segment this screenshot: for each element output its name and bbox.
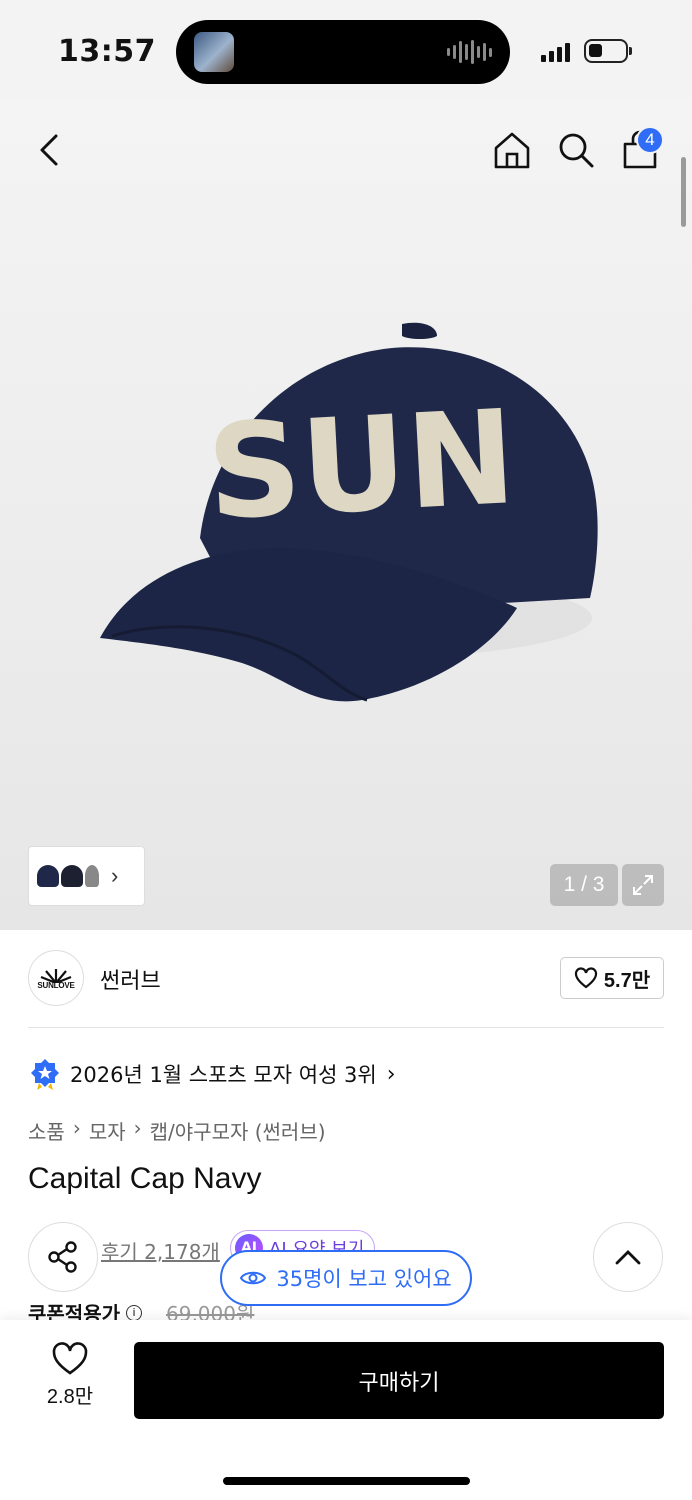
- brand-logo-text: SUNLOVE: [37, 980, 75, 990]
- thumbnail-strip[interactable]: ›: [28, 846, 145, 906]
- scrollbar[interactable]: [681, 157, 686, 227]
- status-bar: 13:57: [0, 0, 692, 100]
- review-link[interactable]: 후기 2,178개: [101, 1236, 220, 1265]
- brand-logo[interactable]: SUNLOVE: [28, 950, 84, 1006]
- share-icon: [48, 1241, 77, 1273]
- info-icon[interactable]: i: [126, 1304, 142, 1321]
- product-image[interactable]: SUN: [92, 318, 602, 708]
- wishlist-count: 2.8만: [46, 1386, 94, 1408]
- image-counter: 1 / 3: [550, 864, 618, 906]
- ranking-badge-icon: [31, 1059, 59, 1090]
- expand-button[interactable]: [622, 864, 664, 906]
- heart-icon: [574, 967, 597, 989]
- thumbnail-3[interactable]: [85, 865, 99, 887]
- audio-waveform-icon: [447, 40, 492, 64]
- ranking-text: 2026년 1월 스포츠 모자 여성 3위: [70, 1063, 377, 1087]
- chevron-right-icon: ›: [72, 1116, 81, 1140]
- now-playing-artwork: [194, 32, 234, 72]
- eye-icon: [240, 1271, 267, 1285]
- product-detail-page: 13:57 4 SUN › 1 / 3 SUNLOVE 썬러브 5.7만 202…: [0, 0, 692, 1500]
- chevron-right-icon: ›: [386, 1061, 396, 1087]
- home-button[interactable]: [488, 126, 536, 174]
- breadcrumb: 소품 › 모자 › 캡/야구모자 (썬러브): [28, 1116, 326, 1145]
- thumbnail-2[interactable]: [61, 865, 83, 887]
- breadcrumb-item[interactable]: 소품: [28, 1116, 65, 1145]
- chevron-right-icon: ›: [133, 1116, 142, 1140]
- cellular-signal-icon: [541, 42, 570, 62]
- chevron-left-icon: [40, 134, 58, 166]
- thumbnail-1[interactable]: [37, 865, 59, 887]
- search-button[interactable]: [552, 126, 600, 174]
- home-icon: [494, 132, 530, 169]
- dynamic-island[interactable]: [176, 20, 510, 84]
- search-icon: [559, 133, 594, 168]
- brand-name[interactable]: 썬러브: [100, 963, 161, 995]
- brand-row[interactable]: SUNLOVE 썬러브 5.7만: [28, 950, 664, 1006]
- heart-icon: [52, 1342, 88, 1375]
- expand-icon: [633, 875, 653, 895]
- breadcrumb-item[interactable]: 모자: [89, 1116, 126, 1145]
- back-button[interactable]: [26, 126, 74, 174]
- cap-logo-letters: SUN: [204, 381, 520, 549]
- ranking-banner[interactable]: 2026년 1월 스포츠 모자 여성 3위 ›: [30, 1058, 396, 1090]
- wishlist-button[interactable]: 2.8만: [28, 1342, 112, 1418]
- scroll-top-button[interactable]: [593, 1222, 663, 1292]
- product-title: Capital Cap Navy: [28, 1162, 262, 1195]
- viewers-toast: 35명이 보고 있어요: [220, 1250, 472, 1306]
- brand-like-count: 5.7만: [603, 969, 651, 992]
- cart-count-badge: 4: [636, 126, 664, 154]
- brand-like-button[interactable]: 5.7만: [560, 957, 664, 999]
- breadcrumb-item[interactable]: 캡/야구모자 (썬러브): [150, 1116, 326, 1145]
- divider: [28, 1027, 664, 1028]
- home-indicator[interactable]: [223, 1477, 470, 1485]
- chevron-right-icon: ›: [111, 863, 119, 888]
- battery-icon: [584, 39, 632, 63]
- share-button[interactable]: [28, 1222, 98, 1292]
- chevron-up-icon: [615, 1250, 641, 1265]
- buy-button[interactable]: 구매하기: [134, 1342, 664, 1419]
- status-time: 13:57: [58, 34, 156, 69]
- viewers-text: 35명이 보고 있어요: [276, 1267, 452, 1291]
